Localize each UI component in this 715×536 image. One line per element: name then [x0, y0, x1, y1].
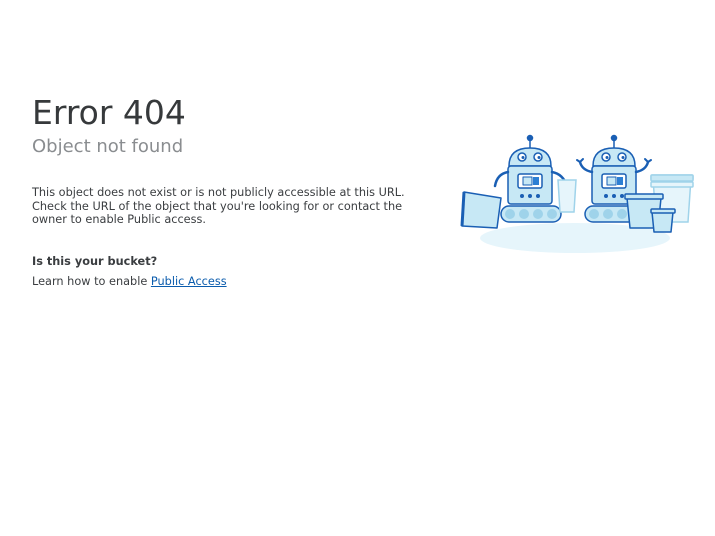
learn-prefix: Learn how to enable: [32, 274, 151, 288]
description-line: This object does not exist or is not pub…: [32, 186, 405, 199]
error-title: Error 404: [32, 93, 186, 132]
public-access-link[interactable]: Public Access: [151, 275, 227, 288]
description-line: owner to enable Public access.: [32, 213, 206, 227]
error-subtitle: Object not found: [32, 136, 184, 157]
error-page: Error 404 Object not found This object d…: [0, 0, 715, 536]
bucket-heading: Is this your bucket?: [32, 254, 158, 268]
error-content: Error 404 Object not found This object d…: [32, 92, 412, 289]
robots-icon: [460, 134, 694, 253]
description-line: Check the URL of the object that you're …: [32, 199, 403, 213]
learn-line: Learn how to enable Public Access: [32, 275, 412, 289]
error-description: This object does not exist or is not pub…: [32, 186, 412, 227]
